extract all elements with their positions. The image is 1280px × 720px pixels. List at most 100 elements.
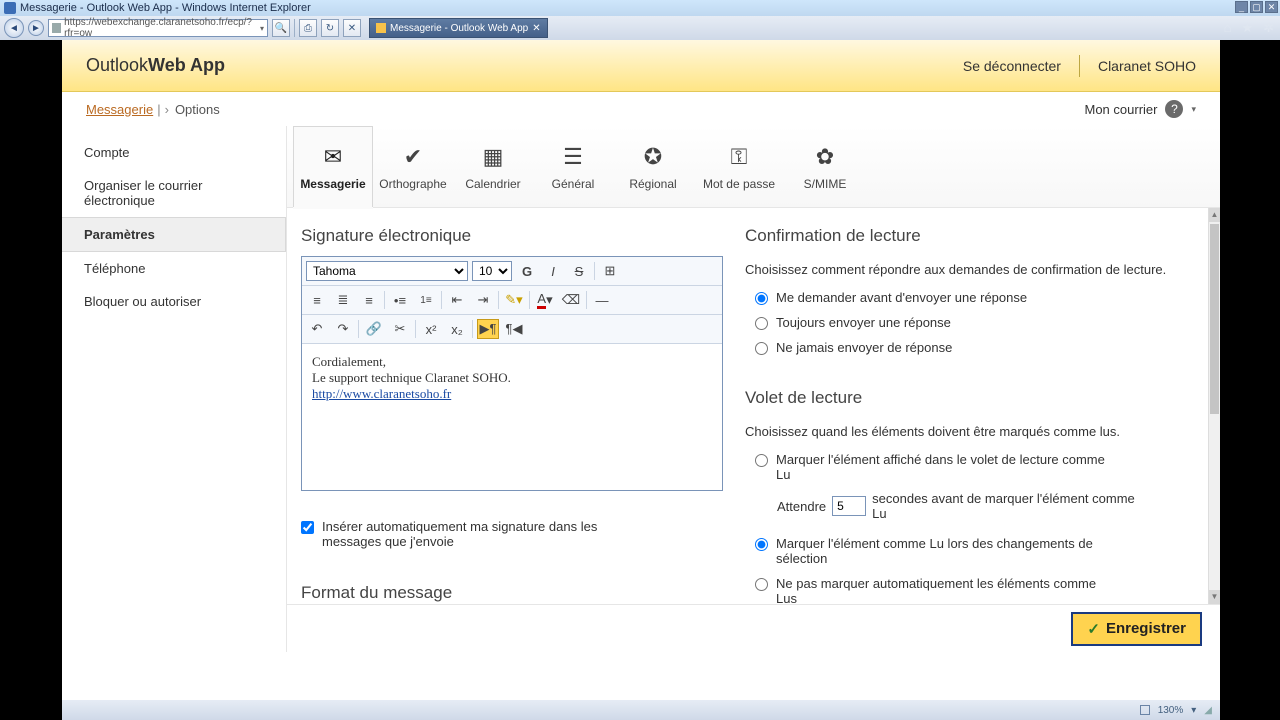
maximize-button[interactable]: ▢	[1250, 1, 1263, 13]
sidebar-item-settings[interactable]: Paramètres	[62, 217, 286, 252]
zoom-icon[interactable]	[1140, 705, 1150, 715]
rp-opt-displayed[interactable]: Marquer l'élément affiché dans le volet …	[755, 447, 1192, 487]
rp-opt-selection[interactable]: Marquer l'élément comme Lu lors des chan…	[755, 531, 1192, 571]
forward-button[interactable]: ►	[28, 20, 44, 36]
signature-textarea[interactable]: Cordialement, Le support technique Clara…	[302, 344, 722, 490]
content-scrollbar[interactable]: ▲ ▼	[1208, 208, 1220, 604]
brand-separator	[1079, 55, 1080, 77]
ltr-button[interactable]: ▶¶	[477, 319, 499, 339]
unlink-button[interactable]: ✂	[389, 319, 411, 339]
signature-heading: Signature électronique	[301, 226, 723, 246]
align-left-button[interactable]: ≡	[306, 290, 328, 310]
outdent-button[interactable]: ⇤	[446, 290, 468, 310]
tab-general[interactable]: ☰ Général	[533, 126, 613, 207]
tab-close-icon[interactable]: ✕	[532, 23, 540, 34]
sidebar-item-organize[interactable]: Organiser le courrier électronique	[62, 169, 286, 217]
calendar-icon: ▦	[475, 143, 511, 171]
check-icon: ✓	[1087, 620, 1100, 638]
help-icon[interactable]: ?	[1165, 100, 1183, 118]
tab-label: Messagerie - Outlook Web App	[390, 23, 528, 34]
highlight-button[interactable]: ✎▾	[503, 290, 525, 310]
help-dropdown-icon[interactable]: ▾	[1191, 104, 1196, 115]
close-button[interactable]: ✕	[1265, 1, 1278, 13]
sidebar-item-block[interactable]: Bloquer ou autoriser	[62, 285, 286, 318]
autoinsert-label: Insérer automatiquement ma signature dan…	[322, 519, 652, 549]
resize-grip-icon[interactable]: ◢	[1204, 705, 1212, 716]
stop-button[interactable]: ✕	[343, 19, 361, 37]
rp-opt-never[interactable]: Ne pas marquer automatiquement les éléme…	[755, 571, 1192, 604]
window-titlebar: Messagerie - Outlook Web App - Windows I…	[0, 0, 1280, 16]
search-button[interactable]: 🔍	[272, 19, 290, 37]
rp-wait-row: Attendre secondes avant de marquer l'élé…	[777, 487, 1192, 531]
url-text: https://webexchange.claranetsoho.fr/ecp/…	[64, 17, 260, 39]
numbering-button[interactable]: 1≡	[415, 290, 437, 310]
sidebar-item-phone[interactable]: Téléphone	[62, 252, 286, 285]
bold-button[interactable]: G	[516, 261, 538, 281]
tab-calendar[interactable]: ▦ Calendrier	[453, 126, 533, 207]
italic-button[interactable]: I	[542, 261, 564, 281]
general-icon: ☰	[555, 143, 591, 171]
browser-toolbar: ◄ ► https://webexchange.claranetsoho.fr/…	[0, 16, 1280, 40]
scroll-up-icon[interactable]: ▲	[1209, 208, 1220, 222]
font-size-select[interactable]: 10	[472, 261, 512, 281]
settings-tabs: ✉ Messagerie ✔ Orthographe ▦ Calendrier …	[287, 126, 1220, 208]
my-mail-link[interactable]: Mon courrier	[1085, 102, 1158, 117]
readreceipt-heading: Confirmation de lecture	[745, 226, 1192, 246]
tools-icon[interactable]: ✲	[1263, 20, 1274, 36]
tab-regional[interactable]: ✪ Régional	[613, 126, 693, 207]
rr-opt-never[interactable]: Ne jamais envoyer de réponse	[755, 335, 1192, 360]
rr-opt-always[interactable]: Toujours envoyer une réponse	[755, 310, 1192, 335]
bullets-button[interactable]: •≡	[389, 290, 411, 310]
save-button[interactable]: ✓ Enregistrer	[1071, 612, 1202, 646]
zoom-dropdown-icon[interactable]: ▾	[1191, 705, 1196, 716]
indent-button[interactable]: ⇥	[472, 290, 494, 310]
options-sidebar: Compte Organiser le courrier électroniqu…	[62, 126, 286, 652]
favorites-icon[interactable]: ★	[1241, 20, 1253, 36]
home-icon[interactable]: ⌂	[1224, 20, 1232, 36]
address-dropdown-icon[interactable]: ▾	[260, 24, 264, 33]
ie-statusbar: 130% ▾ ◢	[62, 700, 1220, 720]
sidebar-item-account[interactable]: Compte	[62, 136, 286, 169]
font-color-button[interactable]: A▾	[534, 290, 556, 310]
signature-link[interactable]: http://www.claranetsoho.fr	[312, 386, 451, 401]
autoinsert-row[interactable]: Insérer automatiquement ma signature dan…	[301, 519, 723, 549]
font-family-select[interactable]: Tahoma	[306, 261, 468, 281]
lock-icon	[52, 23, 61, 33]
scroll-thumb[interactable]	[1210, 224, 1219, 414]
tab-messaging[interactable]: ✉ Messagerie	[293, 126, 373, 207]
breadcrumb-root[interactable]: Messagerie	[86, 102, 153, 117]
rtl-button[interactable]: ¶◀	[503, 319, 525, 339]
readreceipt-desc: Choisissez comment répondre aux demandes…	[745, 262, 1192, 277]
signout-link[interactable]: Se déconnecter	[963, 58, 1061, 74]
tab-spelling[interactable]: ✔ Orthographe	[373, 126, 453, 207]
back-button[interactable]: ◄	[4, 18, 24, 38]
link-button[interactable]: 🔗	[363, 319, 385, 339]
insert-button[interactable]: ⊞	[599, 261, 621, 281]
align-center-button[interactable]: ≣	[332, 290, 354, 310]
owa-app: OutlookWeb App Se déconnecter Claranet S…	[62, 40, 1220, 700]
refresh-button[interactable]: ↻	[321, 19, 339, 37]
wait-seconds-input[interactable]	[832, 496, 866, 516]
address-bar[interactable]: https://webexchange.claranetsoho.fr/ecp/…	[48, 19, 268, 37]
redo-button[interactable]: ↷	[332, 319, 354, 339]
sub-button[interactable]: x₂	[446, 319, 468, 339]
super-button[interactable]: x²	[420, 319, 442, 339]
autoinsert-checkbox[interactable]	[301, 521, 314, 534]
undo-button[interactable]: ↶	[306, 319, 328, 339]
tab-password[interactable]: ⚿ Mot de passe	[693, 126, 785, 207]
clear-format-button[interactable]: ⌫	[560, 290, 582, 310]
readingpane-heading: Volet de lecture	[745, 388, 1192, 408]
compat-button[interactable]: ⎙	[299, 19, 317, 37]
hr-button[interactable]: —	[591, 290, 613, 310]
minimize-button[interactable]: _	[1235, 1, 1248, 13]
underline-button[interactable]: S	[568, 261, 590, 281]
rr-opt-ask[interactable]: Me demander avant d'envoyer une réponse	[755, 285, 1192, 310]
brand-bar: OutlookWeb App Se déconnecter Claranet S…	[62, 40, 1220, 92]
tab-favicon-icon	[376, 23, 386, 33]
scroll-down-icon[interactable]: ▼	[1209, 590, 1220, 604]
align-right-button[interactable]: ≡	[358, 290, 380, 310]
tab-smime[interactable]: ✿ S/MIME	[785, 126, 865, 207]
spelling-icon: ✔	[395, 143, 431, 171]
browser-tab[interactable]: Messagerie - Outlook Web App ✕	[369, 18, 548, 38]
zoom-value[interactable]: 130%	[1158, 705, 1184, 716]
